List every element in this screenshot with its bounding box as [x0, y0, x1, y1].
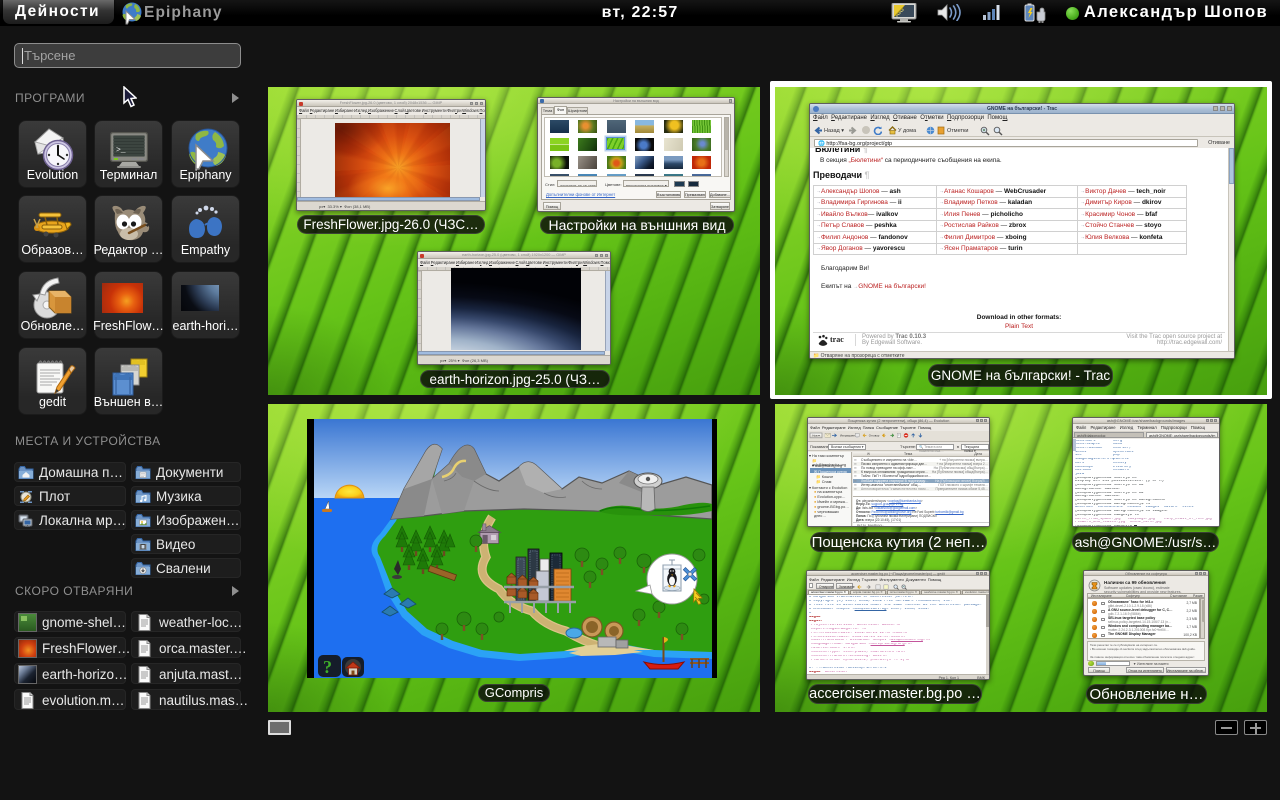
- svg-text:?: ?: [323, 657, 332, 677]
- svg-text:>_: >_: [116, 146, 126, 155]
